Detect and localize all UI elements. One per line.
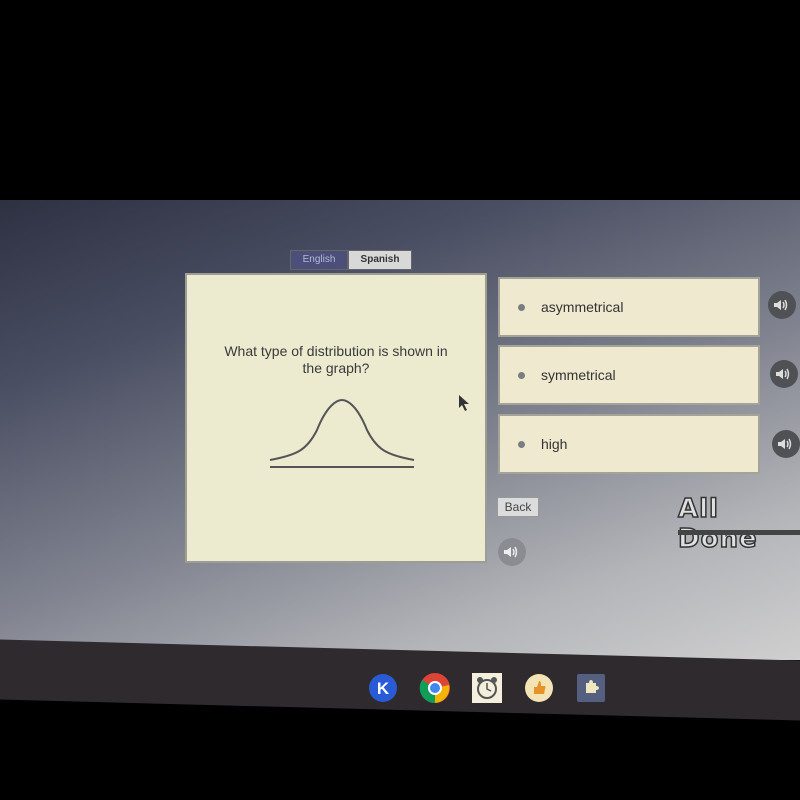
thumbs-up-icon[interactable] — [523, 672, 555, 704]
chrome-icon[interactable] — [419, 672, 451, 704]
answer-option-high[interactable]: high — [498, 414, 760, 474]
question-text: What type of distribution is shown in th… — [224, 343, 448, 376]
speaker-icon — [774, 299, 788, 311]
speaker-button-symmetrical[interactable] — [770, 360, 798, 388]
question-card: What type of distribution is shown in th… — [185, 273, 487, 563]
back-button[interactable]: Back — [497, 497, 539, 517]
speaker-button-asymmetrical[interactable] — [768, 291, 796, 319]
speaker-icon — [776, 368, 790, 380]
app-dock: K — [367, 672, 607, 704]
tab-english[interactable]: English — [290, 250, 348, 270]
radio-dot[interactable] — [518, 371, 525, 379]
svg-text:K: K — [377, 679, 390, 698]
answer-label: symmetrical — [541, 367, 616, 383]
radio-dot[interactable] — [518, 440, 525, 448]
read-aloud-button[interactable] — [498, 538, 526, 566]
answer-option-asymmetrical[interactable]: asymmetrical — [498, 277, 760, 337]
answer-label: asymmetrical — [541, 299, 624, 315]
bell-curve-icon — [269, 398, 415, 468]
answer-label: high — [541, 436, 568, 452]
tab-spanish[interactable]: Spanish — [348, 250, 412, 270]
alarm-clock-icon[interactable] — [471, 672, 503, 704]
speaker-icon — [778, 438, 792, 450]
speaker-icon — [504, 546, 518, 558]
puzzle-extension-icon[interactable] — [575, 672, 607, 704]
all-done-button[interactable]: All Done — [677, 493, 800, 555]
radio-dot[interactable] — [518, 303, 525, 311]
mouse-cursor-icon — [459, 395, 469, 411]
speaker-button-high[interactable] — [772, 430, 800, 458]
answer-option-symmetrical[interactable]: symmetrical — [498, 345, 760, 405]
k-app-icon[interactable]: K — [367, 672, 399, 704]
language-tabs: English Spanish — [290, 250, 412, 270]
all-done-underline — [678, 530, 800, 535]
